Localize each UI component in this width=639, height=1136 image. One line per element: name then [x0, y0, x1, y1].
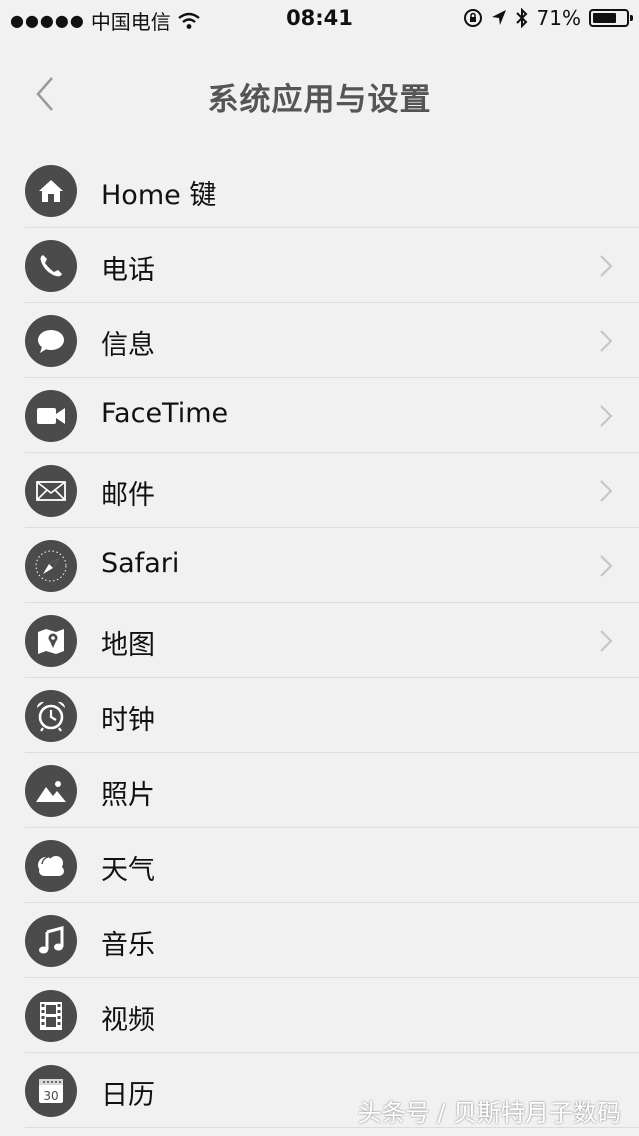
alarm-clock-icon	[25, 690, 77, 742]
film-icon	[25, 990, 77, 1042]
settings-row-label: 照片	[101, 780, 155, 811]
message-icon-glyph	[38, 330, 64, 353]
settings-row[interactable]: 天气	[0, 828, 639, 903]
music-note-icon	[25, 915, 77, 967]
battery-icon	[589, 9, 633, 27]
battery-percent: 71%	[536, 6, 581, 30]
settings-row[interactable]: FaceTime	[0, 378, 639, 453]
settings-row[interactable]: 地图	[0, 603, 639, 678]
settings-row[interactable]: 电话	[0, 228, 639, 303]
film-icon-glyph	[40, 1002, 62, 1030]
calendar-icon-glyph: 30	[39, 1079, 63, 1103]
mail-icon	[25, 465, 77, 517]
settings-row[interactable]: 视频	[0, 978, 639, 1053]
settings-row[interactable]: 时钟	[0, 678, 639, 753]
calendar-day: 30	[43, 1089, 58, 1103]
message-icon	[25, 315, 77, 367]
chevron-right-icon	[600, 255, 613, 277]
settings-row-label: 地图	[101, 630, 155, 661]
alarm-clock-icon-glyph	[36, 701, 66, 732]
chevron-right-icon	[600, 330, 613, 352]
cloud-icon-glyph	[38, 856, 64, 876]
chevron-right-icon	[600, 555, 613, 577]
video-camera-icon-glyph	[37, 408, 65, 424]
chevron-right-icon	[600, 405, 613, 427]
settings-row-label: 电话	[101, 255, 155, 286]
settings-row[interactable]: 邮件	[0, 453, 639, 528]
settings-row-label: 天气	[101, 855, 155, 886]
watermark: 头条号 / 贝斯特月子数码	[357, 1099, 621, 1127]
settings-row-label: FaceTime	[101, 398, 229, 429]
rotation-lock-icon	[463, 9, 482, 27]
status-bar: ●●●●● 中国电信 08:41 71%	[0, 0, 639, 40]
phone-icon	[25, 240, 77, 292]
settings-row-label: 视频	[101, 1005, 155, 1036]
navigation-bar: 系统应用与设置	[0, 60, 639, 132]
compass-icon	[25, 540, 77, 592]
settings-row-label: 信息	[101, 330, 155, 361]
settings-row-label: Home 键	[101, 180, 217, 211]
photo-icon	[25, 765, 77, 817]
battery-fill	[593, 13, 616, 23]
music-note-icon-glyph	[39, 926, 64, 954]
mail-icon-glyph	[36, 481, 66, 501]
page-title: 系统应用与设置	[207, 82, 432, 118]
calendar-icon: 30	[25, 1065, 77, 1117]
cloud-icon	[25, 840, 77, 892]
settings-row[interactable]: Home 键	[0, 153, 639, 228]
video-camera-icon	[25, 390, 77, 442]
home-icon	[25, 165, 77, 217]
bluetooth-icon	[515, 8, 527, 28]
settings-row[interactable]: Safari	[0, 528, 639, 603]
photo-icon-glyph	[36, 781, 66, 802]
phone-icon-glyph	[40, 255, 62, 277]
settings-row[interactable]: 音乐	[0, 903, 639, 978]
settings-row[interactable]: 照片	[0, 753, 639, 828]
settings-row-label: 邮件	[101, 480, 155, 511]
location-arrow-icon	[491, 10, 506, 25]
status-right: 71%	[463, 6, 633, 30]
settings-list: Home 键电话信息 FaceTime 邮件 Safari 地图时钟照片天气音乐视频 30…	[0, 153, 639, 1128]
home-icon-glyph	[39, 180, 63, 202]
settings-row-label: 日历	[101, 1080, 155, 1111]
settings-row-label: 时钟	[101, 705, 155, 736]
settings-row[interactable]: 信息	[0, 303, 639, 378]
settings-row-label: 音乐	[101, 930, 155, 961]
map-icon	[25, 615, 77, 667]
compass-icon-glyph	[35, 550, 67, 582]
settings-row-label: Safari	[101, 548, 180, 579]
chevron-right-icon	[600, 630, 613, 652]
chevron-right-icon	[600, 480, 613, 502]
map-icon-glyph	[38, 629, 64, 654]
